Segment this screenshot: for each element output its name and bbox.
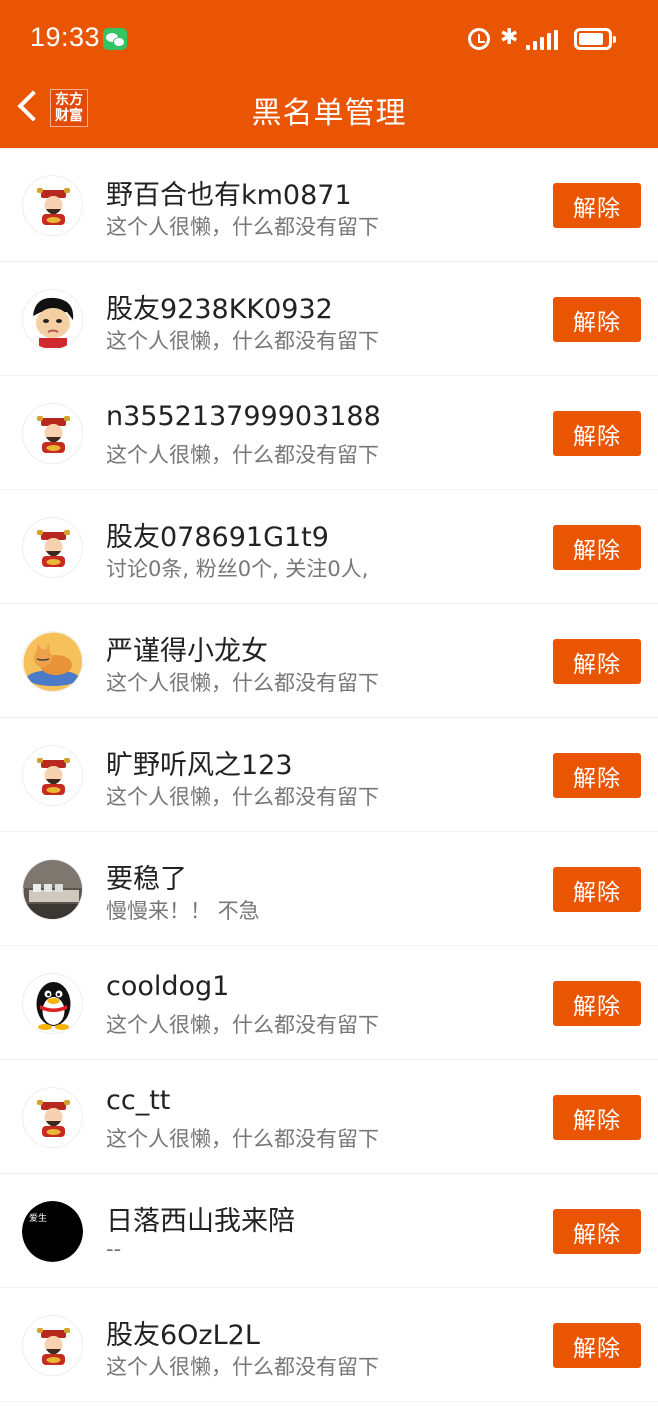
unblock-button[interactable]: 解除 <box>553 981 641 1026</box>
list-item: cc_tt 这个人很懒，什么都没有留下 解除 <box>0 1060 658 1174</box>
wechat-icon <box>103 28 127 50</box>
status-icons: ✱ <box>468 24 628 54</box>
user-name: cc_tt <box>106 1085 171 1116</box>
avatar-fortune-god[interactable] <box>22 745 83 806</box>
user-name: 严谨得小龙女 <box>106 636 268 667</box>
user-description: 慢慢来！！ 不急 <box>106 899 260 923</box>
list-item: 旷野听风之123 这个人很懒，什么都没有留下 解除 <box>0 718 658 832</box>
unblock-button[interactable]: 解除 <box>553 411 641 456</box>
user-name: 要稳了 <box>106 864 187 895</box>
unblock-button[interactable]: 解除 <box>553 525 641 570</box>
avatar-fortune-god[interactable] <box>22 175 83 236</box>
user-name: 股友078691G1t9 <box>106 522 329 553</box>
list-item: 股友9238KK0932 这个人很懒，什么都没有留下 解除 <box>0 262 658 376</box>
list-item: cooldog1 这个人很懒，什么都没有留下 解除 <box>0 946 658 1060</box>
user-description: 这个人很懒，什么都没有留下 <box>106 1355 379 1379</box>
user-description: 这个人很懒，什么都没有留下 <box>106 1127 379 1151</box>
user-description: 这个人很懒，什么都没有留下 <box>106 785 379 809</box>
battery-icon <box>574 28 616 50</box>
avatar-fortune-god[interactable] <box>22 403 83 464</box>
user-description: -- <box>106 1237 122 1261</box>
unblock-button[interactable]: 解除 <box>553 297 641 342</box>
avatar-penguin[interactable] <box>22 973 83 1034</box>
unblock-button[interactable]: 解除 <box>553 1095 641 1140</box>
user-name: 旷野听风之123 <box>106 750 293 781</box>
user-description: 这个人很懒，什么都没有留下 <box>106 1013 379 1037</box>
list-item: 股友078691G1t9 讨论0条, 粉丝0个, 关注0人, 解除 <box>0 490 658 604</box>
user-description: 这个人很懒，什么都没有留下 <box>106 215 379 239</box>
user-description: 讨论0条, 粉丝0个, 关注0人, <box>106 557 369 581</box>
user-description: 这个人很懒，什么都没有留下 <box>106 329 379 353</box>
unblock-button[interactable]: 解除 <box>553 1323 641 1368</box>
avatar-photo[interactable] <box>22 859 83 920</box>
list-item: 股友6OzL2L 这个人很懒，什么都没有留下 解除 <box>0 1288 658 1402</box>
user-name: 野百合也有km0871 <box>106 180 352 211</box>
bluetooth-icon: ✱ <box>500 25 519 50</box>
user-description: 这个人很懒，什么都没有留下 <box>106 671 379 695</box>
status-time: 19:33 <box>30 22 101 52</box>
unblock-button[interactable]: 解除 <box>553 867 641 912</box>
user-name: n355213799903188 <box>106 401 381 432</box>
user-name: 股友9238KK0932 <box>106 294 333 325</box>
user-name: 日落西山我来陪 <box>106 1206 295 1237</box>
unblock-button[interactable]: 解除 <box>553 639 641 684</box>
unblock-button[interactable]: 解除 <box>553 183 641 228</box>
unblock-button[interactable]: 解除 <box>553 1209 641 1254</box>
avatar-cartoon-man[interactable] <box>22 289 83 350</box>
svg-text:爱生: 爱生 <box>29 1212 47 1224</box>
user-name: cooldog1 <box>106 971 230 1002</box>
page-title: 黑名单管理 <box>251 96 407 131</box>
list-item: 爱生 日落西山我来陪 -- 解除 <box>0 1174 658 1288</box>
signal-icon <box>526 30 566 50</box>
user-description: 这个人很懒，什么都没有留下 <box>106 443 379 467</box>
avatar-fortune-god[interactable] <box>22 517 83 578</box>
alarm-icon <box>468 28 490 50</box>
list-item: 要稳了 慢慢来！！ 不急 解除 <box>0 832 658 946</box>
list-item: n355213799903188 这个人很懒，什么都没有留下 解除 <box>0 376 658 490</box>
avatar-black-circle[interactable]: 爱生 <box>22 1201 83 1262</box>
avatar-fortune-god[interactable] <box>22 1315 83 1376</box>
unblock-button[interactable]: 解除 <box>553 753 641 798</box>
list-item: 野百合也有km0871 这个人很懒，什么都没有留下 解除 <box>0 148 658 262</box>
avatar-fortune-god[interactable] <box>22 1087 83 1148</box>
user-name: 股友6OzL2L <box>106 1320 260 1351</box>
list-item: 严谨得小龙女 这个人很懒，什么都没有留下 解除 <box>0 604 658 718</box>
blacklist: 野百合也有km0871 这个人很懒，什么都没有留下 解除 股友9238KK093… <box>0 148 658 1402</box>
avatar-cat[interactable] <box>22 631 83 692</box>
app-header: 19:33 ✱ 东方 财富 黑名单管理 <box>0 0 658 148</box>
